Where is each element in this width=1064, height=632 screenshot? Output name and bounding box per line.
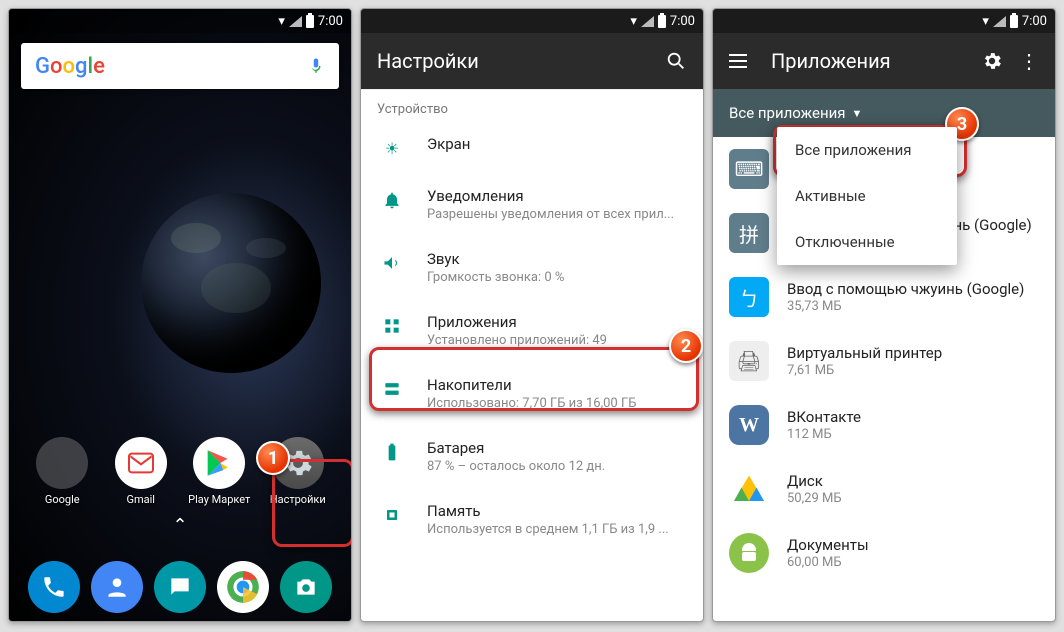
search-icon[interactable] [665, 50, 687, 72]
app-icon: 🖨 [729, 341, 769, 381]
row-title: Звук [427, 250, 564, 268]
wifi-icon: ▾ [278, 14, 285, 29]
app-icon [729, 533, 769, 573]
phone-apps: ▾ 7:00 Приложения ⋮ Все приложения ▼ ⌨..… [712, 8, 1056, 622]
row-title: Виртуальный принтер [787, 344, 942, 362]
signal-icon [993, 16, 1006, 27]
battery-icon [306, 15, 314, 28]
gear-icon[interactable] [981, 50, 1003, 72]
row-notifications[interactable]: Уведомления Разрешены уведомления от всех… [361, 173, 703, 236]
sound-icon [381, 252, 403, 274]
apps-icon [381, 315, 403, 337]
overflow-icon[interactable]: ⋮ [1019, 49, 1039, 73]
hamburger-icon[interactable] [729, 54, 747, 68]
filter-dropdown: Все приложения Активные Отключенные [777, 127, 957, 265]
app-icon: ⌨ [729, 149, 769, 189]
dock [9, 561, 351, 613]
badge-2: 2 [669, 329, 703, 363]
row-sub: 50,29 МБ [787, 491, 842, 506]
callout-2 [369, 347, 699, 411]
filter-option-disabled[interactable]: Отключенные [777, 219, 957, 265]
app-label: Google [45, 493, 80, 506]
phone-settings: ▾ 7:00 Настройки Устройство ☀ Экран Уведо… [360, 8, 704, 622]
row-sub: 35,73 МБ [787, 299, 1024, 314]
settings-appbar: Настройки [361, 33, 703, 89]
app-row[interactable]: W ВКонтакте112 МБ [713, 393, 1055, 457]
dock-camera[interactable] [280, 561, 332, 613]
row-sound[interactable]: Звук Громкость звонка: 0 % [361, 236, 703, 299]
row-sub: Разрешены уведомления от всех прил... [427, 207, 674, 222]
chevron-up-icon[interactable]: ⌃ [172, 515, 187, 536]
row-sub: 60,00 МБ [787, 555, 869, 570]
row-sub: Установлено приложений: 49 [427, 333, 607, 348]
google-search-bar[interactable]: Google [21, 43, 339, 89]
battery-icon [381, 441, 403, 463]
row-sub: 87 % – осталось около 12 дн. [427, 459, 605, 474]
dock-phone[interactable] [28, 561, 80, 613]
row-display[interactable]: ☀ Экран [361, 121, 703, 173]
status-bar: ▾ 7:00 [713, 9, 1055, 33]
row-title: ВКонтакте [787, 408, 861, 426]
app-icon: ㄅ [729, 277, 769, 317]
row-sub: 112 МБ [787, 427, 861, 442]
row-battery[interactable]: Батарея 87 % – осталось около 12 дн. [361, 425, 703, 488]
filter-option-active[interactable]: Активные [777, 173, 957, 219]
row-title: Ввод с помощью чжуинь (Google) [787, 280, 1024, 298]
app-google-folder[interactable]: Google [28, 437, 96, 506]
battery-icon [1010, 15, 1018, 28]
mic-icon[interactable] [307, 57, 325, 75]
status-bar: ▾ 7:00 [361, 9, 703, 33]
app-row[interactable]: Диск50,29 МБ [713, 457, 1055, 521]
dock-contacts[interactable] [91, 561, 143, 613]
page-title: Настройки [377, 49, 479, 73]
row-title: Батарея [427, 439, 605, 457]
badge-1: 1 [256, 441, 290, 475]
app-row[interactable]: Документы60,00 МБ [713, 521, 1055, 585]
app-label: Gmail [127, 493, 155, 506]
row-sub: Используется в среднем 1,1 ГБ из 1,9 ... [427, 522, 669, 537]
wifi-icon: ▾ [982, 14, 989, 29]
phone-homescreen: ▾ 7:00 Google Google Gmail Play Маркет [8, 8, 352, 622]
row-title: Документы [787, 536, 869, 554]
dock-messages[interactable] [154, 561, 206, 613]
dock-chrome[interactable] [217, 561, 269, 613]
row-title: Диск [787, 472, 842, 490]
row-sub: 7,61 МБ [787, 363, 942, 378]
clock: 7:00 [670, 14, 695, 29]
app-row[interactable]: 🖨 Виртуальный принтер7,61 МБ [713, 329, 1055, 393]
row-title: Память [427, 502, 669, 520]
app-icon: 拼 [729, 213, 769, 253]
row-memory[interactable]: Память Используется в среднем 1,1 ГБ из 1… [361, 488, 703, 551]
row-title: Уведомления [427, 187, 674, 205]
bell-icon [381, 189, 403, 211]
app-icon [729, 469, 769, 509]
status-bar: ▾ 7:00 [9, 9, 351, 33]
display-icon: ☀ [381, 137, 403, 159]
row-title: Приложения [427, 313, 607, 331]
page-title: Приложения [771, 49, 891, 73]
row-title: Экран [427, 135, 470, 153]
filter-selected: Все приложения [729, 104, 846, 122]
wallpaper-planet [141, 193, 321, 373]
app-play-store[interactable]: Play Маркет [185, 437, 253, 506]
filter-option-all[interactable]: Все приложения [777, 127, 957, 173]
app-label: Play Маркет [188, 493, 250, 506]
app-gmail[interactable]: Gmail [107, 437, 175, 506]
callout-1 [272, 459, 352, 547]
row-sub: Громкость звонка: 0 % [427, 270, 564, 285]
memory-icon [381, 504, 403, 526]
app-icon: W [729, 405, 769, 445]
battery-icon [658, 15, 666, 28]
signal-icon [641, 16, 654, 27]
chevron-down-icon: ▼ [852, 107, 863, 120]
signal-icon [289, 16, 302, 27]
wifi-icon: ▾ [630, 14, 637, 29]
clock: 7:00 [318, 14, 343, 29]
apps-appbar: Приложения ⋮ [713, 33, 1055, 89]
google-logo: Google [35, 54, 105, 79]
section-header: Устройство [361, 89, 703, 121]
app-row[interactable]: ㄅ Ввод с помощью чжуинь (Google)35,73 МБ [713, 265, 1055, 329]
clock: 7:00 [1022, 14, 1047, 29]
